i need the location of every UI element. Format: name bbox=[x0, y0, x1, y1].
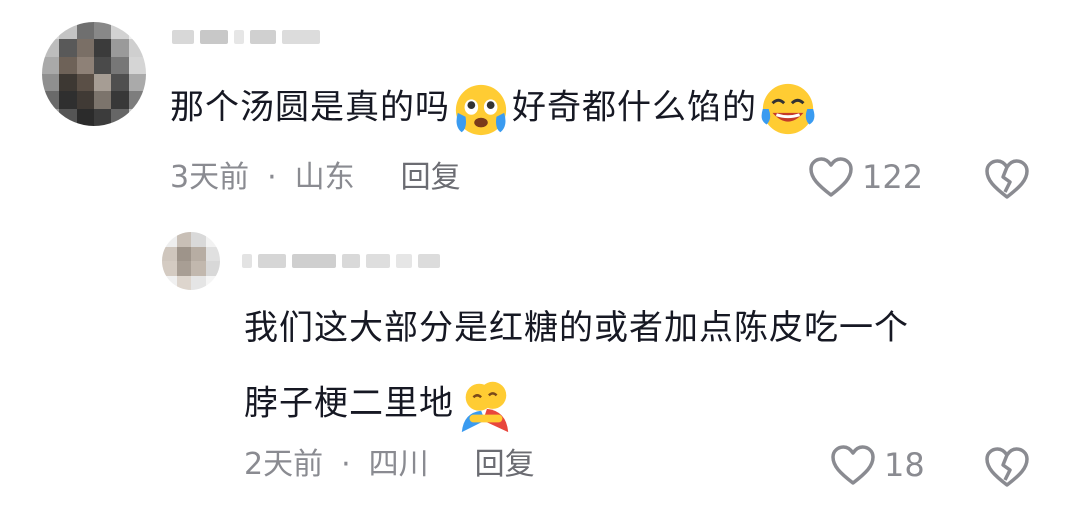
username-blurred[interactable] bbox=[172, 30, 320, 44]
location: 山东 bbox=[294, 160, 355, 195]
comment-text: 那个汤圆是真的吗 好奇都什么馅的 bbox=[170, 80, 819, 138]
hugging-face-emoji-icon bbox=[461, 381, 509, 433]
comment-text-part: 好奇都什么馅的 bbox=[512, 87, 757, 128]
broken-heart-icon[interactable] bbox=[984, 446, 1030, 488]
heart-outline-icon bbox=[809, 157, 853, 197]
timestamp: 2天前 bbox=[244, 447, 324, 482]
comment-meta: 2天前 · 四川 回复 bbox=[244, 447, 535, 483]
crying-face-emoji-icon bbox=[455, 84, 507, 136]
like-button[interactable]: 18 bbox=[830, 444, 925, 486]
like-count: 122 bbox=[862, 158, 924, 196]
avatar[interactable] bbox=[162, 232, 220, 290]
separator: · bbox=[341, 447, 351, 482]
like-button[interactable]: 122 bbox=[808, 156, 923, 198]
avatar[interactable] bbox=[42, 22, 146, 126]
username-blurred[interactable] bbox=[242, 254, 440, 268]
comment-text-part: 那个汤圆是真的吗 bbox=[170, 87, 450, 128]
comment-meta: 3天前 · 山东 回复 bbox=[170, 160, 461, 196]
separator: · bbox=[267, 160, 277, 195]
comment-text: 我们这大部分是红糖的或者加点陈皮吃一个 脖子梗二里地 bbox=[244, 302, 909, 434]
reply-button[interactable]: 回复 bbox=[401, 160, 461, 196]
heart-outline-icon bbox=[831, 445, 875, 485]
location: 四川 bbox=[368, 447, 429, 482]
laughing-crying-emoji-icon bbox=[761, 83, 815, 135]
like-count: 18 bbox=[884, 446, 925, 484]
reply-button[interactable]: 回复 bbox=[475, 447, 535, 483]
timestamp: 3天前 bbox=[170, 160, 250, 195]
comment-text-line-2: 脖子梗二里地 bbox=[244, 376, 909, 434]
broken-heart-icon[interactable] bbox=[984, 158, 1030, 200]
comment-text-part: 脖子梗二里地 bbox=[244, 383, 454, 424]
comment-text-line: 我们这大部分是红糖的或者加点陈皮吃一个 bbox=[244, 308, 909, 348]
